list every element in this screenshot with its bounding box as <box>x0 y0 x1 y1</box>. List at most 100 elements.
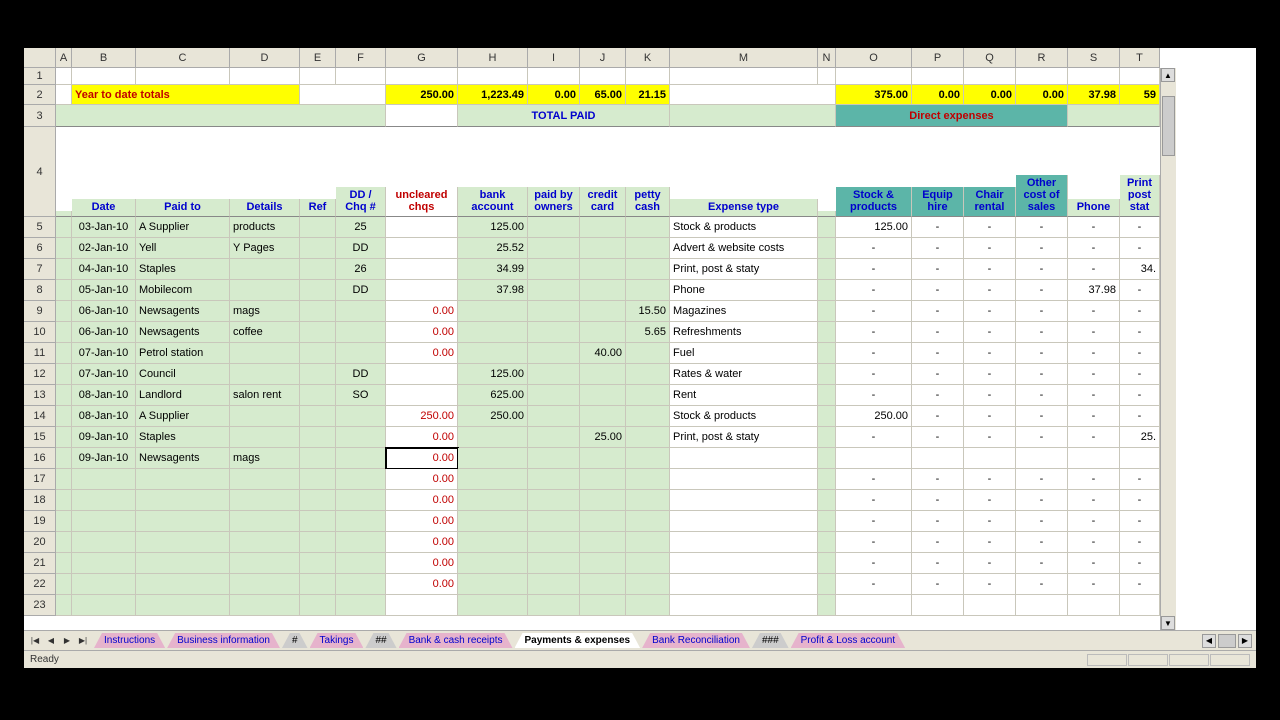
cell[interactable] <box>528 406 580 427</box>
cell[interactable] <box>336 322 386 343</box>
cell[interactable]: 15.50 <box>626 301 670 322</box>
cell[interactable]: 625.00 <box>458 385 528 406</box>
cell[interactable]: - <box>912 574 964 595</box>
cell[interactable]: Rates & water <box>670 364 818 385</box>
cell[interactable]: - <box>836 427 912 448</box>
col-header-C[interactable]: C <box>136 48 230 68</box>
cell[interactable]: - <box>1016 511 1068 532</box>
cell[interactable] <box>336 406 386 427</box>
cell[interactable]: 34.99 <box>458 259 528 280</box>
cell[interactable] <box>580 448 626 469</box>
cell[interactable] <box>336 532 386 553</box>
row-header-18[interactable]: 18 <box>24 490 56 511</box>
cell[interactable]: - <box>1016 532 1068 553</box>
cell[interactable] <box>1068 595 1120 616</box>
cell[interactable]: 250.00 <box>458 406 528 427</box>
cell[interactable] <box>136 574 230 595</box>
scroll-right-icon[interactable]: ▶ <box>1238 634 1252 648</box>
cell[interactable] <box>528 364 580 385</box>
cell[interactable] <box>580 490 626 511</box>
cell[interactable]: 250.00 <box>836 406 912 427</box>
cell[interactable]: - <box>836 511 912 532</box>
col-header-K[interactable]: K <box>626 48 670 68</box>
cell[interactable]: - <box>1016 322 1068 343</box>
col-header-A[interactable]: A <box>56 48 72 68</box>
cell[interactable]: Stock & products <box>670 217 818 238</box>
cell[interactable] <box>458 343 528 364</box>
sheet-tab[interactable]: ## <box>365 633 396 648</box>
row-header-8[interactable]: 8 <box>24 280 56 301</box>
cell[interactable]: - <box>912 490 964 511</box>
cell[interactable]: - <box>912 532 964 553</box>
cell[interactable] <box>386 364 458 385</box>
cell[interactable]: A Supplier <box>136 217 230 238</box>
cell[interactable] <box>580 385 626 406</box>
cell[interactable]: 25. <box>1120 427 1160 448</box>
cell[interactable] <box>1068 448 1120 469</box>
cell[interactable] <box>336 553 386 574</box>
cell[interactable]: Newsagents <box>136 322 230 343</box>
cell[interactable] <box>336 448 386 469</box>
cell[interactable] <box>336 574 386 595</box>
row-header-6[interactable]: 6 <box>24 238 56 259</box>
cell[interactable]: - <box>1120 322 1160 343</box>
col-header-D[interactable]: D <box>230 48 300 68</box>
cell[interactable] <box>626 448 670 469</box>
cell[interactable]: products <box>230 217 300 238</box>
cell[interactable]: - <box>1016 469 1068 490</box>
header-M[interactable]: Expense type <box>670 199 818 217</box>
cell[interactable] <box>818 490 836 511</box>
cell[interactable] <box>626 427 670 448</box>
cell[interactable] <box>300 574 336 595</box>
cell[interactable]: 125.00 <box>836 217 912 238</box>
cell[interactable] <box>670 448 818 469</box>
sheet-tab[interactable]: Business information <box>167 633 280 648</box>
cell[interactable]: - <box>964 406 1016 427</box>
cell[interactable] <box>300 511 336 532</box>
cell[interactable] <box>818 238 836 259</box>
cell[interactable] <box>912 448 964 469</box>
cell[interactable] <box>300 343 336 364</box>
cell[interactable]: 0.00 <box>386 574 458 595</box>
cell[interactable] <box>626 595 670 616</box>
cell[interactable] <box>300 448 336 469</box>
cell[interactable]: - <box>964 343 1016 364</box>
cell[interactable] <box>580 68 626 85</box>
cell[interactable]: - <box>1068 511 1120 532</box>
cell[interactable] <box>458 595 528 616</box>
col-header-Q[interactable]: Q <box>964 48 1016 68</box>
cell[interactable] <box>336 301 386 322</box>
cell[interactable]: - <box>1120 385 1160 406</box>
cell[interactable]: Y Pages <box>230 238 300 259</box>
cell[interactable] <box>528 343 580 364</box>
cell[interactable]: - <box>964 238 1016 259</box>
cell[interactable] <box>136 553 230 574</box>
cell[interactable] <box>458 448 528 469</box>
cell[interactable]: 0.00 <box>386 448 458 469</box>
cell[interactable] <box>670 105 836 127</box>
cell[interactable]: - <box>836 238 912 259</box>
cell[interactable]: - <box>1068 574 1120 595</box>
cell[interactable] <box>72 469 136 490</box>
cell[interactable] <box>626 511 670 532</box>
cell[interactable] <box>72 490 136 511</box>
cell[interactable] <box>72 553 136 574</box>
cell[interactable] <box>580 406 626 427</box>
cell[interactable] <box>230 364 300 385</box>
cell[interactable] <box>818 427 836 448</box>
cell[interactable]: 250.00 <box>386 85 458 105</box>
cell[interactable]: - <box>1068 469 1120 490</box>
cell[interactable] <box>300 532 336 553</box>
cell[interactable] <box>458 68 528 85</box>
cell[interactable]: 05-Jan-10 <box>72 280 136 301</box>
sheet-tab[interactable]: Payments & expenses <box>515 633 641 648</box>
col-header-O[interactable]: O <box>836 48 912 68</box>
cell[interactable] <box>1016 448 1068 469</box>
scroll-up-icon[interactable]: ▲ <box>1161 68 1175 82</box>
cell[interactable] <box>230 595 300 616</box>
cell[interactable] <box>626 574 670 595</box>
cell[interactable] <box>580 259 626 280</box>
cell[interactable] <box>300 469 336 490</box>
cell[interactable] <box>626 343 670 364</box>
cell[interactable] <box>818 448 836 469</box>
